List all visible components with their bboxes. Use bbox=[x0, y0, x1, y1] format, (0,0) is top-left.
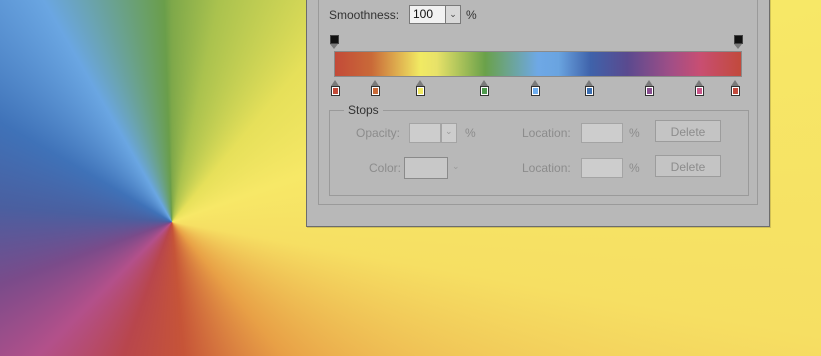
opacity-dropdown-button[interactable]: ⌄ bbox=[441, 123, 457, 143]
smoothness-label: Smoothness: bbox=[329, 8, 400, 22]
opacity-location-label: Location: bbox=[522, 126, 571, 140]
stops-title: Stops bbox=[344, 103, 383, 117]
smoothness-input[interactable]: 100 bbox=[409, 5, 446, 24]
chevron-down-icon: ⌄ bbox=[449, 9, 457, 19]
chevron-down-icon: ⌄ bbox=[445, 126, 453, 136]
color-stop-swatch bbox=[482, 88, 487, 94]
color-stop[interactable] bbox=[416, 80, 425, 96]
color-stop-swatch bbox=[333, 88, 338, 94]
opacity-label: Opacity: bbox=[356, 126, 401, 140]
chevron-down-icon[interactable]: ⌄ bbox=[452, 161, 460, 172]
color-location-label: Location: bbox=[522, 161, 571, 175]
opacity-location-input[interactable] bbox=[581, 123, 623, 143]
color-stop[interactable] bbox=[531, 80, 540, 96]
smoothness-percent: % bbox=[466, 8, 477, 22]
delete-color-stop-button[interactable]: Delete bbox=[655, 155, 721, 177]
color-stop-swatch bbox=[587, 88, 592, 94]
color-location-input[interactable] bbox=[581, 158, 623, 178]
color-stop-swatch bbox=[533, 88, 538, 94]
stops-group: Stops Opacity: ⌄ % Location: % Delete Co… bbox=[329, 103, 749, 196]
opacity-stop-left[interactable] bbox=[330, 35, 339, 49]
color-stop[interactable] bbox=[645, 80, 654, 96]
gradient-preview-bar[interactable] bbox=[334, 51, 742, 77]
color-stop[interactable] bbox=[585, 80, 594, 96]
color-stop[interactable] bbox=[331, 80, 340, 96]
opacity-stop-right[interactable] bbox=[734, 35, 743, 49]
smoothness-dropdown-button[interactable]: ⌄ bbox=[445, 5, 461, 24]
color-stop[interactable] bbox=[731, 80, 740, 96]
opacity-location-percent: % bbox=[629, 126, 640, 140]
opacity-input[interactable] bbox=[409, 123, 441, 143]
color-label: Color: bbox=[369, 161, 402, 175]
color-stop[interactable] bbox=[695, 80, 704, 96]
delete-opacity-stop-button[interactable]: Delete bbox=[655, 120, 721, 142]
color-stop-swatch bbox=[647, 88, 652, 94]
color-stop-swatch bbox=[697, 88, 702, 94]
color-location-percent: % bbox=[629, 161, 640, 175]
color-stop-swatch bbox=[373, 88, 378, 94]
color-stop[interactable] bbox=[480, 80, 489, 96]
gradient-panel: Smoothness: 100 ⌄ % Stops Opacity: ⌄ % L… bbox=[318, 0, 758, 205]
opacity-percent: % bbox=[465, 126, 476, 140]
color-swatch[interactable] bbox=[404, 157, 448, 179]
color-stop[interactable] bbox=[371, 80, 380, 96]
color-stop-swatch bbox=[733, 88, 738, 94]
color-stop-swatch bbox=[418, 88, 423, 94]
gradient-editor-dialog: Smoothness: 100 ⌄ % Stops Opacity: ⌄ % L… bbox=[306, 0, 770, 227]
